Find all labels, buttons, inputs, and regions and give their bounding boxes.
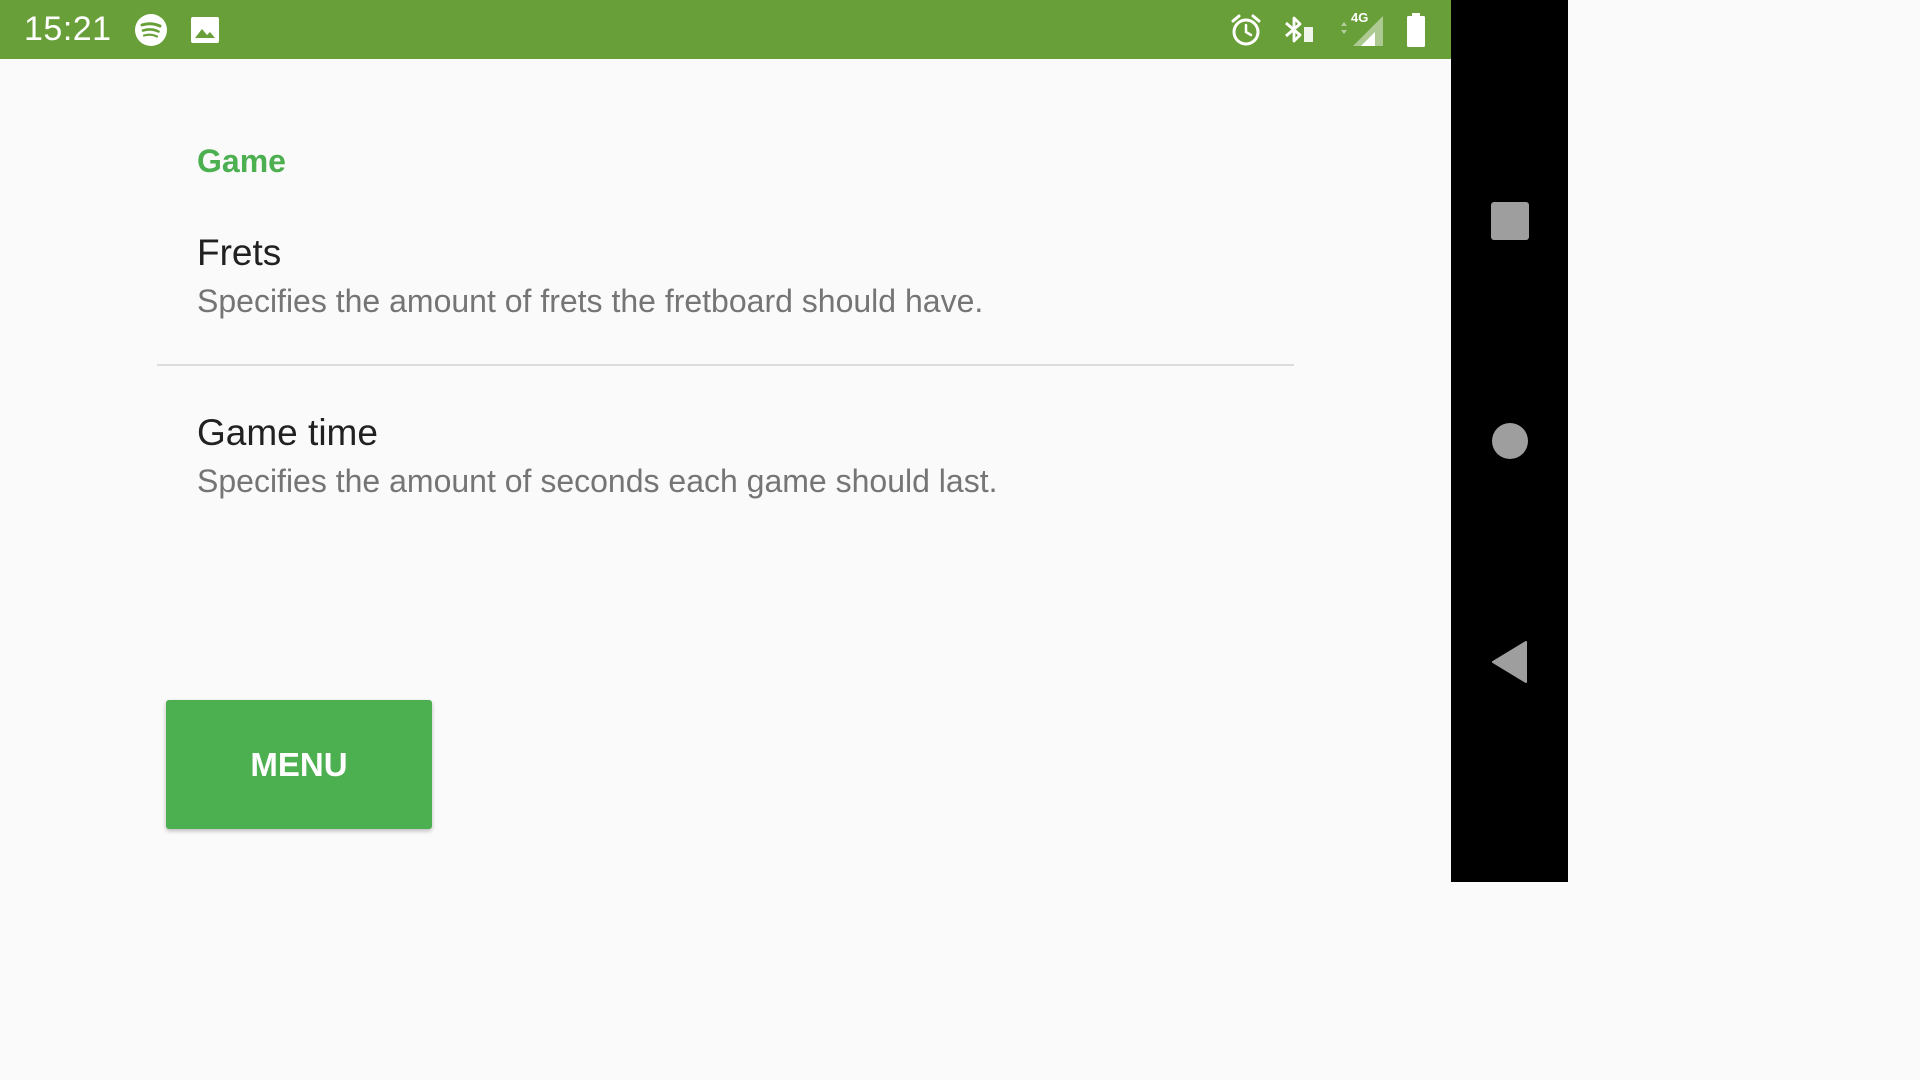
- home-icon: [1490, 421, 1530, 466]
- preference-game-time[interactable]: Game time Specifies the amount of second…: [197, 411, 1197, 501]
- divider: [157, 364, 1294, 366]
- preference-title: Game time: [197, 412, 378, 453]
- recents-icon: [1490, 201, 1530, 246]
- app-screen: 15:21 4G Game Frets Specifies the amount…: [0, 0, 1568, 882]
- preference-summary: Specifies the amount of seconds each gam…: [197, 463, 998, 499]
- alarm-icon: [1229, 13, 1263, 47]
- bluetooth-icon: [1281, 13, 1317, 47]
- status-bar: 15:21 4G: [0, 0, 1451, 59]
- navigation-bar: [1451, 0, 1568, 882]
- home-button[interactable]: [1451, 421, 1568, 466]
- back-button[interactable]: [1451, 640, 1568, 689]
- status-time: 15:21: [24, 10, 112, 48]
- recents-button[interactable]: [1451, 201, 1568, 246]
- battery-icon: [1405, 12, 1427, 48]
- status-bar-right: 4G: [1229, 9, 1427, 48]
- category-title: Game: [197, 143, 286, 179]
- preference-title: Frets: [197, 232, 282, 273]
- image-icon: [190, 16, 220, 44]
- preference-frets[interactable]: Frets Specifies the amount of frets the …: [197, 231, 1197, 321]
- network-type-label: 4G: [1351, 9, 1369, 25]
- menu-button[interactable]: MENU: [166, 700, 432, 829]
- preference-summary: Specifies the amount of frets the fretbo…: [197, 283, 984, 319]
- spotify-icon: [134, 13, 168, 47]
- settings-content: Game Frets Specifies the amount of frets…: [0, 59, 1451, 882]
- status-bar-left: 15:21: [24, 10, 220, 49]
- signal-icon: 4G: [1335, 9, 1387, 48]
- back-icon: [1490, 640, 1530, 689]
